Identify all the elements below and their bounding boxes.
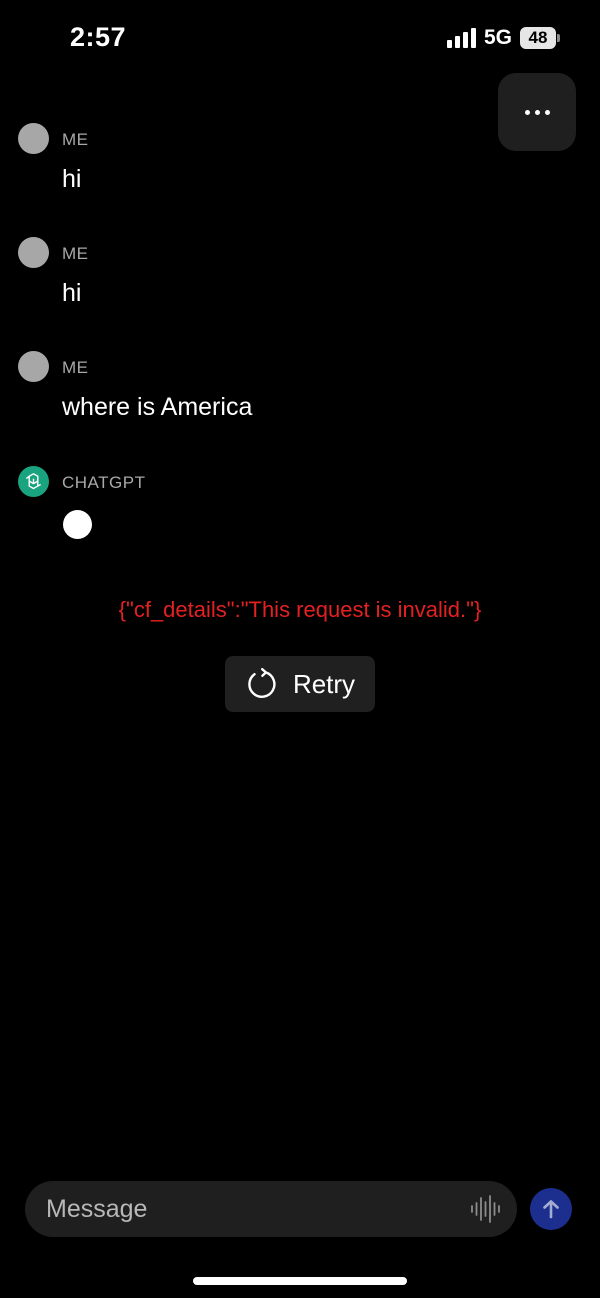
error-message: {"cf_details":"This request is invalid."… bbox=[118, 597, 482, 622]
send-button[interactable] bbox=[530, 1188, 572, 1230]
retry-button[interactable]: Retry bbox=[225, 656, 375, 712]
battery-cap bbox=[557, 34, 560, 42]
ellipsis-dot bbox=[534, 109, 540, 115]
user-avatar bbox=[18, 237, 49, 268]
message-text: hi bbox=[62, 279, 82, 307]
user-avatar bbox=[18, 123, 49, 154]
sender-label: ME bbox=[62, 130, 89, 149]
sender-label: ME bbox=[62, 244, 89, 263]
waveform-icon[interactable] bbox=[469, 1193, 501, 1225]
refresh-icon bbox=[248, 668, 276, 698]
message-text: where is America bbox=[62, 393, 253, 421]
home-indicator bbox=[193, 1277, 407, 1285]
ellipsis-dot bbox=[544, 109, 550, 115]
openai-logo-icon bbox=[18, 466, 49, 497]
message-composer bbox=[25, 1181, 517, 1237]
more-options-button[interactable] bbox=[498, 73, 576, 151]
battery-icon: 48 bbox=[520, 27, 560, 49]
status-time: 2:57 bbox=[70, 22, 127, 52]
message-text: hi bbox=[62, 165, 82, 193]
signal-icon bbox=[446, 28, 476, 48]
status-indicators: 5G 48 bbox=[446, 26, 560, 50]
ellipsis-icon bbox=[524, 109, 530, 115]
message-input[interactable] bbox=[46, 1181, 446, 1237]
chat-screen: 2:57 5G 48 ME hi ME hi ME where is Ameri… bbox=[0, 0, 600, 1298]
retry-label: Retry bbox=[292, 668, 356, 699]
user-avatar bbox=[18, 351, 49, 382]
typing-indicator bbox=[63, 510, 92, 539]
battery-level: 48 bbox=[520, 27, 556, 49]
sender-label: ME bbox=[62, 358, 89, 377]
sender-label: CHATGPT bbox=[62, 473, 146, 492]
network-label: 5G bbox=[483, 26, 512, 49]
arrow-up-icon bbox=[543, 1200, 559, 1219]
